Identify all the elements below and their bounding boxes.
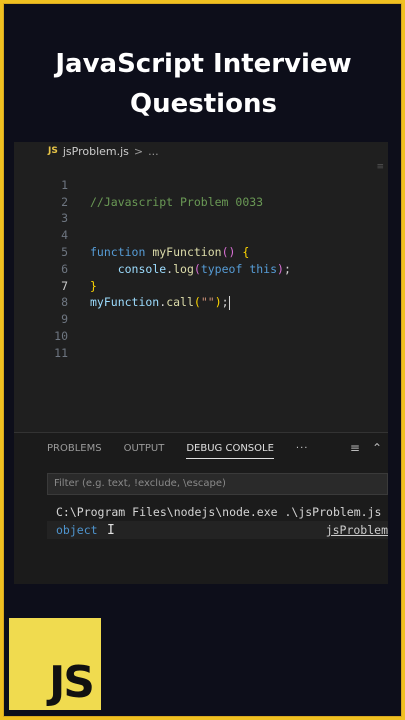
breadcrumb-file[interactable]: jsProblem.js: [63, 145, 129, 158]
more-icon[interactable]: ···: [296, 443, 309, 459]
page-title: JavaScript Interview Questions: [4, 44, 403, 124]
clear-console-icon[interactable]: ≡: [350, 441, 360, 455]
title-line-2: Questions: [130, 89, 277, 119]
line-number: 11: [54, 345, 68, 360]
code-line[interactable]: 10: [14, 311, 388, 343]
js-file-icon: JS: [48, 146, 58, 156]
title-line-1: JavaScript Interview: [55, 49, 352, 79]
chevron-up-icon[interactable]: ⌃: [372, 441, 382, 455]
console-output-row[interactable]: object I jsProblem: [47, 521, 388, 539]
console-command: C:\Program Files\nodejs\node.exe .\jsPro…: [56, 505, 382, 519]
tab-debug-console[interactable]: DEBUG CONSOLE: [186, 443, 274, 459]
code-line[interactable]: 6 }: [14, 244, 388, 293]
console-filter[interactable]: [47, 473, 388, 495]
code-line[interactable]: 1 //Javascript Problem 0033: [14, 160, 388, 209]
tab-problems[interactable]: PROBLEMS: [47, 443, 102, 459]
editor-breadcrumb: JS jsProblem.js > ...: [14, 142, 388, 160]
panel-tabs: PROBLEMS OUTPUT DEBUG CONSOLE ···: [47, 443, 308, 459]
code-line[interactable]: 3: [14, 194, 388, 225]
code-line-active[interactable]: 7 myFunction.call("");: [14, 261, 388, 310]
code-line[interactable]: 11: [14, 328, 388, 360]
ibeam-cursor-icon: I: [107, 523, 115, 538]
js-logo: JS: [9, 618, 101, 710]
console-source-link[interactable]: jsProblem: [326, 523, 388, 537]
code-line[interactable]: 8: [14, 278, 388, 309]
bottom-panel: PROBLEMS OUTPUT DEBUG CONSOLE ··· ≡ ⌃ C:…: [14, 432, 388, 584]
breadcrumb-more[interactable]: ...: [148, 145, 159, 158]
chevron-right-icon: >: [133, 144, 144, 158]
js-logo-text: JS: [48, 657, 95, 708]
code-line[interactable]: 4 function myFunction() {: [14, 210, 388, 259]
panel-actions: ≡ ⌃: [350, 441, 382, 455]
console-output-value: object: [56, 523, 98, 537]
filter-input[interactable]: [54, 478, 381, 489]
code-lines[interactable]: 1 //Javascript Problem 0033 2 3 4 functi…: [14, 160, 388, 360]
tab-output[interactable]: OUTPUT: [124, 443, 165, 459]
code-line[interactable]: 9: [14, 294, 388, 326]
code-line[interactable]: 5 console.log(typeof this);: [14, 227, 388, 276]
code-line[interactable]: 2: [14, 177, 388, 209]
